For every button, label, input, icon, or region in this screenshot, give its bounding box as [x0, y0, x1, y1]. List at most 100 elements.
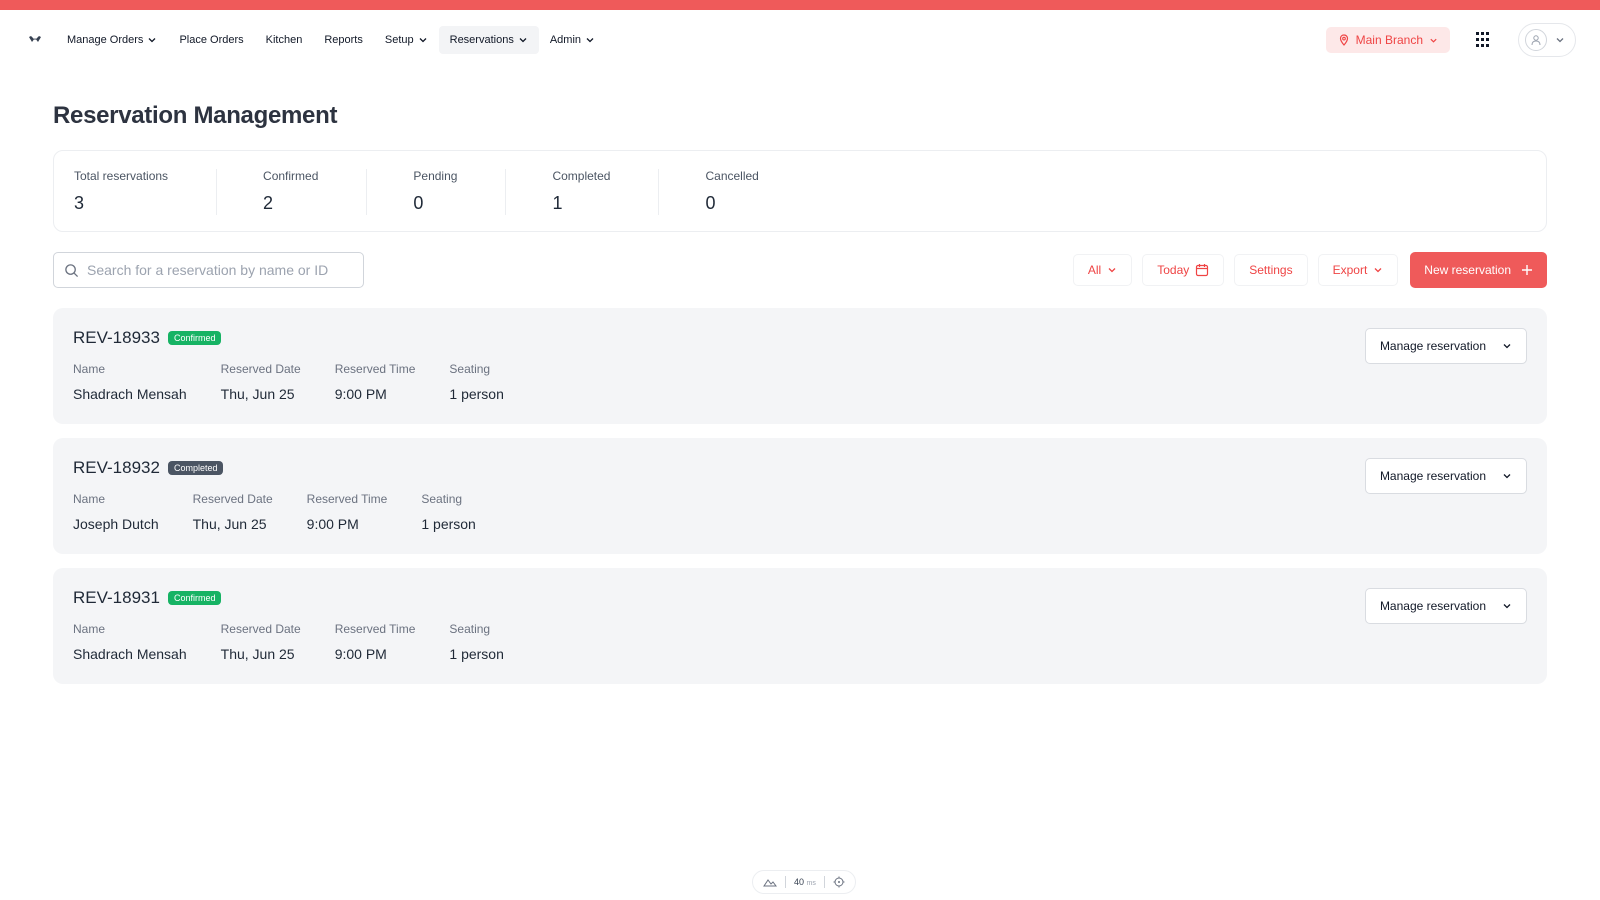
stat-value: 2: [263, 193, 274, 213]
field-value: Thu, Jun 25: [220, 386, 295, 402]
branch-label: Main Branch: [1355, 33, 1423, 47]
user-menu[interactable]: [1518, 23, 1576, 57]
nav-item-label: Admin: [549, 34, 582, 46]
stat-completed: Completed 1: [552, 169, 660, 215]
field-value: Shadrach Mensah: [73, 386, 187, 402]
reservation-id: REV-18933: [73, 328, 160, 347]
stat-label: Cancelled: [705, 169, 759, 183]
nav-item-label: Place Orders: [179, 34, 244, 46]
field-date: Reserved Date Thu, Jun 25: [221, 362, 301, 402]
filter-label: All: [1087, 263, 1102, 277]
status-badge: Confirmed: [167, 591, 222, 605]
nav-item-label: Reservations: [449, 34, 514, 46]
nav-item-place-orders[interactable]: Place Orders: [168, 26, 254, 54]
stat-value: 0: [413, 193, 424, 213]
crosshair-icon: [833, 876, 845, 888]
location-pin-icon: [1339, 34, 1348, 46]
field-seating: Seating 1 person: [449, 622, 503, 662]
field-date: Reserved Date Thu, Jun 25: [193, 492, 273, 532]
stat-cancelled: Cancelled 0: [705, 169, 806, 215]
chevron-down-icon: [1374, 268, 1382, 273]
top-accent-bar: [0, 0, 1600, 10]
chevron-down-icon: [1503, 604, 1511, 609]
logo-icon[interactable]: [28, 33, 42, 47]
field-name: Name Shadrach Mensah: [73, 622, 187, 662]
manage-reservation-button[interactable]: Manage reservation: [1364, 458, 1527, 494]
stats-summary: Total reservations 3 Confirmed 2 Pending 0 Com…: [53, 150, 1547, 232]
field-value: 9:00 PM: [334, 646, 387, 662]
manage-reservation-button[interactable]: Manage reservation: [1364, 328, 1527, 364]
chevron-down-icon: [1556, 38, 1564, 43]
reservation-id: REV-18932: [73, 458, 160, 477]
chevron-down-icon: [1108, 268, 1116, 273]
card-header: REV-18932 Completed: [73, 458, 1527, 478]
chevron-down-icon: [148, 38, 156, 43]
stat-pending: Pending 0: [413, 169, 507, 215]
main-content: Reservation Management Total reservation…: [0, 102, 1600, 684]
apps-grid-icon[interactable]: [1476, 32, 1492, 48]
chevron-down-icon: [1503, 344, 1511, 349]
field-label: Reserved Date: [220, 622, 301, 636]
nav-item-reports[interactable]: Reports: [313, 26, 374, 54]
main-nav: Manage Orders Place Orders Kitchen Reports S…: [0, 10, 1600, 70]
field-date: Reserved Date Thu, Jun 25: [221, 622, 301, 662]
field-label: Name: [73, 622, 106, 636]
nav-item-manage-orders[interactable]: Manage Orders: [56, 26, 168, 54]
stat-label: Total reservations: [74, 169, 169, 183]
branch-selector[interactable]: Main Branch: [1325, 27, 1450, 53]
perf-unit: ms: [806, 880, 816, 887]
field-label: Reserved Time: [306, 492, 388, 506]
field-value: 1 person: [421, 516, 476, 532]
stat-label: Pending: [413, 169, 458, 183]
reservation-card: REV-18932 Completed Name Joseph Dutch Reserv…: [53, 438, 1547, 554]
export-dropdown[interactable]: Export: [1317, 254, 1399, 286]
new-reservation-button[interactable]: New reservation: [1410, 252, 1547, 288]
nav-item-label: Kitchen: [265, 34, 303, 46]
field-label: Reserved Date: [192, 492, 273, 506]
stat-confirmed: Confirmed 2: [263, 169, 368, 215]
manage-reservation-label: Manage reservation: [1379, 599, 1486, 613]
perf-indicator[interactable]: 40 ms: [752, 870, 856, 894]
card-header: REV-18933 Confirmed: [73, 328, 1527, 348]
nav-items: Manage Orders Place Orders Kitchen Reports S…: [56, 10, 606, 70]
stat-value: 3: [74, 193, 85, 213]
reservation-list: REV-18933 Confirmed Name Shadrach Mensah Res…: [53, 308, 1547, 684]
chevron-down-icon: [519, 38, 527, 43]
reservation-card: REV-18933 Confirmed Name Shadrach Mensah Res…: [53, 308, 1547, 424]
search-input[interactable]: [87, 262, 347, 278]
nav-item-admin[interactable]: Admin: [539, 26, 606, 54]
field-seating: Seating 1 person: [421, 492, 475, 532]
nav-item-setup[interactable]: Setup: [374, 26, 439, 54]
field-time: Reserved Time 9:00 PM: [335, 622, 416, 662]
settings-button[interactable]: Settings: [1234, 254, 1308, 286]
field-value: 1 person: [449, 386, 504, 402]
field-seating: Seating 1 person: [449, 362, 503, 402]
field-label: Name: [73, 492, 106, 506]
field-value: 1 person: [449, 646, 504, 662]
field-value: 9:00 PM: [334, 386, 387, 402]
field-label: Seating: [421, 492, 463, 506]
export-label: Export: [1332, 263, 1368, 277]
filter-dropdown[interactable]: All: [1072, 254, 1133, 286]
field-name: Name Shadrach Mensah: [73, 362, 187, 402]
stat-value: 1: [552, 193, 563, 213]
new-reservation-label: New reservation: [1424, 263, 1511, 277]
nav-item-reservations[interactable]: Reservations: [438, 26, 539, 54]
field-label: Reserved Date: [220, 362, 301, 376]
date-filter-button[interactable]: Today: [1142, 254, 1225, 286]
perf-number: 40: [794, 877, 805, 887]
field-value: Thu, Jun 25: [192, 516, 267, 532]
status-badge: Completed: [167, 461, 224, 475]
calendar-icon: [1196, 264, 1209, 277]
field-value: Shadrach Mensah: [73, 646, 187, 662]
stat-total-reservations: Total reservations 3: [74, 169, 218, 215]
nav-item-kitchen[interactable]: Kitchen: [255, 26, 314, 54]
reservation-id: REV-18931: [73, 588, 160, 607]
settings-label: Settings: [1249, 263, 1293, 277]
reservation-card: REV-18931 Confirmed Name Shadrach Mensah Res…: [53, 568, 1547, 684]
nav-right: Main Branch: [1325, 23, 1576, 57]
field-label: Seating: [449, 622, 491, 636]
manage-reservation-button[interactable]: Manage reservation: [1364, 588, 1527, 624]
perf-value: 40 ms: [794, 877, 816, 887]
field-name: Name Joseph Dutch: [73, 492, 159, 532]
